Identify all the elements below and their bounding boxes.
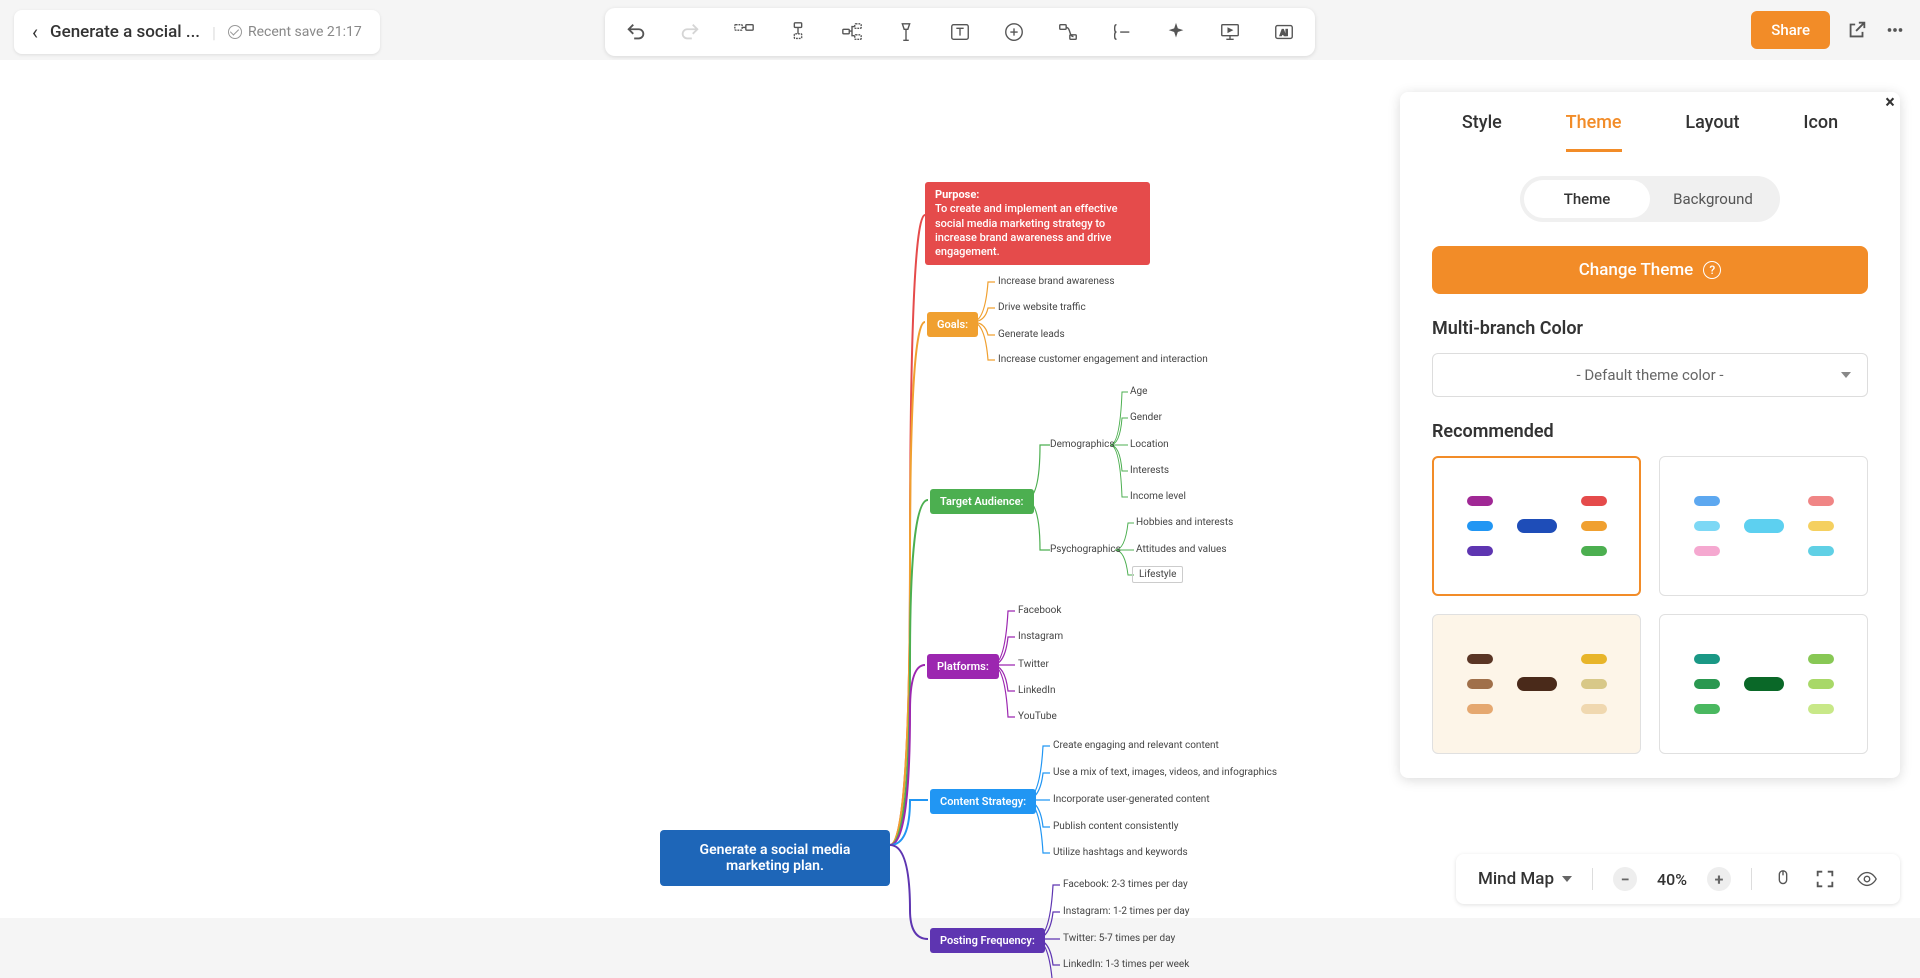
leaf-node[interactable]: Create engaging and relevant content: [1053, 740, 1219, 751]
svg-text:AI: AI: [1280, 29, 1288, 39]
leaf-node[interactable]: Increase brand awareness: [998, 276, 1115, 287]
color-select-value: - Default theme color -: [1576, 366, 1723, 384]
zoom-out-button[interactable]: −: [1613, 867, 1637, 891]
close-icon[interactable]: ×: [1878, 90, 1902, 114]
theme-card-1[interactable]: [1432, 456, 1641, 596]
relation-icon[interactable]: [1057, 21, 1079, 43]
fullscreen-icon[interactable]: [1814, 868, 1836, 890]
separator: |: [212, 23, 216, 42]
tab-layout[interactable]: Layout: [1685, 112, 1739, 152]
mouse-icon[interactable]: [1772, 868, 1794, 890]
purpose-text: To create and implement an effective soc…: [935, 202, 1118, 258]
presentation-icon[interactable]: [1219, 21, 1241, 43]
multi-branch-label: Multi-branch Color: [1432, 318, 1868, 339]
leaf-node[interactable]: Facebook: [1018, 605, 1061, 616]
theme-card-4[interactable]: [1659, 614, 1868, 754]
main-toolbar: AI: [605, 8, 1315, 56]
ai-icon[interactable]: AI: [1273, 21, 1295, 43]
add-icon[interactable]: [1003, 21, 1025, 43]
purpose-label: Purpose:: [935, 188, 979, 201]
color-select[interactable]: - Default theme color -: [1432, 353, 1868, 397]
sub-node[interactable]: Psychographics: [1050, 544, 1121, 555]
posting-node[interactable]: Posting Frequency:: [930, 928, 1045, 953]
theme-card-2[interactable]: [1659, 456, 1868, 596]
help-icon: ?: [1703, 261, 1721, 279]
change-theme-button[interactable]: Change Theme ?: [1432, 246, 1868, 294]
content-node[interactable]: Content Strategy:: [930, 789, 1036, 814]
leaf-node[interactable]: Age: [1130, 386, 1147, 397]
leaf-node[interactable]: Facebook: 2-3 times per day: [1063, 879, 1188, 890]
undo-icon[interactable]: [625, 21, 647, 43]
leaf-node[interactable]: LinkedIn: 1-3 times per week: [1063, 959, 1189, 970]
leaf-node[interactable]: Twitter: 5-7 times per day: [1063, 933, 1175, 944]
format-icon[interactable]: [895, 21, 917, 43]
separator: [1592, 868, 1593, 890]
zoom-level: 40%: [1657, 870, 1687, 889]
subtab-background[interactable]: Background: [1650, 180, 1776, 218]
tab-icon[interactable]: Icon: [1803, 112, 1838, 152]
sparkle-icon[interactable]: [1165, 21, 1187, 43]
more-icon[interactable]: [1884, 19, 1906, 41]
goals-node[interactable]: Goals:: [927, 312, 978, 337]
theme-card-3[interactable]: [1432, 614, 1641, 754]
leaf-node[interactable]: Incorporate user-generated content: [1053, 794, 1210, 805]
summary-icon[interactable]: [1111, 21, 1133, 43]
leaf-node[interactable]: Hobbies and interests: [1136, 517, 1233, 528]
tab-theme[interactable]: Theme: [1566, 112, 1622, 152]
leaf-node[interactable]: YouTube: [1018, 711, 1057, 722]
leaf-node[interactable]: Use a mix of text, images, videos, and i…: [1053, 767, 1277, 778]
view-mode-select[interactable]: Mind Map: [1478, 869, 1572, 889]
leaf-node[interactable]: Twitter: [1018, 659, 1049, 670]
leaf-node[interactable]: Generate leads: [998, 329, 1065, 340]
open-external-icon[interactable]: [1846, 19, 1868, 41]
leaf-node[interactable]: LinkedIn: [1018, 685, 1056, 696]
platforms-node[interactable]: Platforms:: [927, 654, 999, 679]
leaf-node[interactable]: Instagram: 1-2 times per day: [1063, 906, 1189, 917]
add-child-icon[interactable]: [787, 21, 809, 43]
subtab-theme[interactable]: Theme: [1524, 180, 1650, 218]
zoom-in-button[interactable]: +: [1707, 867, 1731, 891]
add-sibling-icon[interactable]: [733, 21, 755, 43]
leaf-node-selected[interactable]: Lifestyle: [1132, 566, 1183, 583]
leaf-node[interactable]: Increase customer engagement and interac…: [998, 354, 1208, 365]
tab-style[interactable]: Style: [1462, 112, 1502, 152]
root-node[interactable]: Generate a social media marketing plan.: [660, 830, 890, 886]
back-icon[interactable]: ‹: [32, 20, 38, 44]
save-status-text: Recent save 21:17: [248, 24, 362, 40]
leaf-node[interactable]: Instagram: [1018, 631, 1063, 642]
leaf-node[interactable]: Publish content consistently: [1053, 821, 1179, 832]
share-button[interactable]: Share: [1751, 11, 1830, 49]
theme-panel: × Style Theme Layout Icon Theme Backgrou…: [1400, 92, 1900, 778]
purpose-node[interactable]: Purpose: To create and implement an effe…: [925, 182, 1150, 265]
leaf-node[interactable]: Utilize hashtags and keywords: [1053, 847, 1188, 858]
separator: [1751, 868, 1752, 890]
save-status: Recent save 21:17: [228, 24, 362, 40]
bottom-bar: Mind Map − 40% +: [1456, 854, 1900, 904]
leaf-node[interactable]: Interests: [1130, 465, 1169, 476]
leaf-node[interactable]: Location: [1130, 439, 1169, 450]
text-icon[interactable]: [949, 21, 971, 43]
target-node[interactable]: Target Audience:: [930, 489, 1034, 514]
check-icon: [228, 25, 242, 39]
leaf-node[interactable]: Gender: [1130, 412, 1162, 423]
recommended-label: Recommended: [1432, 421, 1868, 442]
panel-tabs: Style Theme Layout Icon: [1400, 92, 1900, 152]
change-theme-label: Change Theme: [1579, 260, 1694, 280]
add-parent-icon[interactable]: [841, 21, 863, 43]
sub-node[interactable]: Demographics: [1050, 439, 1115, 450]
document-title[interactable]: Generate a social ...: [50, 22, 200, 42]
leaf-node[interactable]: Drive website traffic: [998, 302, 1086, 313]
sub-toggle: Theme Background: [1520, 176, 1780, 222]
chevron-down-icon: [1562, 876, 1572, 882]
redo-icon[interactable]: [679, 21, 701, 43]
title-bar: ‹ Generate a social ... | Recent save 21…: [14, 10, 380, 54]
leaf-node[interactable]: Attitudes and values: [1136, 544, 1226, 555]
eye-icon[interactable]: [1856, 868, 1878, 890]
view-mode-label: Mind Map: [1478, 869, 1554, 889]
leaf-node[interactable]: Income level: [1130, 491, 1186, 502]
